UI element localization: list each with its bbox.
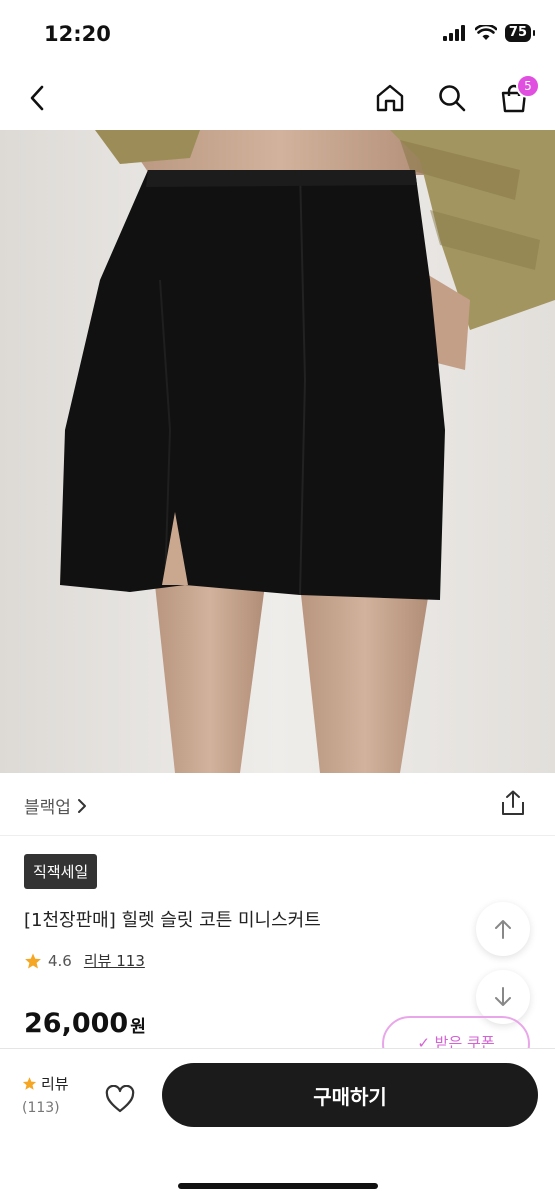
review-summary[interactable]: 리뷰 (113) (22, 1073, 69, 1116)
nav-bar: 5 (0, 66, 555, 130)
share-button[interactable] (499, 789, 527, 817)
status-icons: 75 (442, 24, 536, 42)
home-indicator (178, 1183, 378, 1189)
bottom-bar: 리뷰 (113) 구매하기 (0, 1048, 555, 1201)
share-icon (502, 790, 524, 815)
review-summary-label-row: 리뷰 (22, 1073, 69, 1094)
star-icon (22, 1077, 37, 1090)
brand-link[interactable]: 블랙업 (24, 793, 87, 818)
star-icon (25, 953, 41, 968)
sale-badge: 직잭세일 (24, 854, 98, 889)
cart-button[interactable]: 5 (496, 74, 540, 116)
review-summary-count: (113) (22, 1100, 60, 1116)
status-time: 12:20 (44, 22, 111, 46)
price-currency: 원 (130, 1017, 146, 1037)
scroll-top-button[interactable] (476, 902, 530, 956)
product-title: [1천장판매] 힐렛 슬릿 코튼 미니스커트 (24, 910, 321, 931)
search-icon (439, 85, 466, 112)
search-button[interactable] (434, 80, 470, 116)
home-icon (376, 84, 404, 112)
battery-icon: 75 (504, 24, 536, 42)
price-amount: 26,000 (24, 1008, 129, 1039)
heart-icon (105, 1085, 135, 1113)
chevron-right-icon (77, 798, 86, 813)
signal-icon (442, 25, 465, 41)
buy-button[interactable]: 구매하기 (162, 1063, 538, 1127)
arrow-up-icon (495, 920, 511, 939)
product-image[interactable] (0, 130, 555, 773)
cart-count-badge: 5 (516, 74, 540, 98)
wishlist-button[interactable] (102, 1081, 138, 1117)
rating-row: 4.6 리뷰 113 (24, 950, 145, 971)
chevron-left-icon (30, 85, 44, 111)
price: 26,000 원 (24, 1008, 146, 1039)
status-bar: 12:20 75 (0, 0, 555, 66)
review-link[interactable]: 리뷰 113 (84, 950, 145, 971)
brand-name: 블랙업 (24, 798, 71, 818)
rating-value: 4.6 (48, 951, 72, 970)
review-summary-label: 리뷰 (41, 1075, 69, 1093)
wifi-icon (474, 25, 497, 40)
home-button[interactable] (372, 80, 408, 116)
brand-row: 블랙업 (0, 773, 555, 836)
back-button[interactable] (20, 80, 56, 116)
arrow-down-icon (495, 987, 511, 1006)
product-photo (0, 130, 555, 773)
